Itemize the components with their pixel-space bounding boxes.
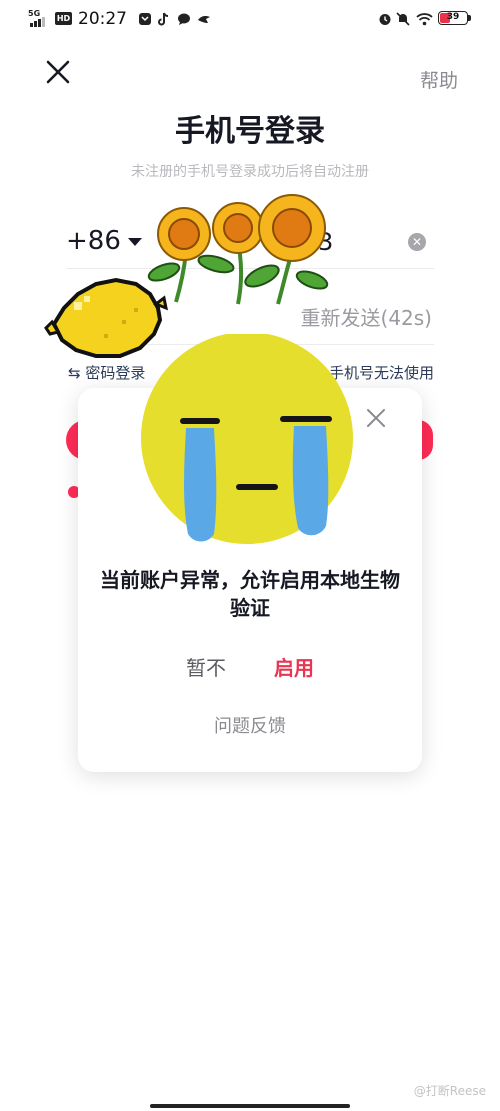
feedback-link[interactable]: 问题反馈 [0,712,500,738]
bird-icon [198,16,210,23]
password-login-link[interactable]: ⇆ 密码登录 [68,362,145,383]
alarm-icon [379,14,391,25]
page-subtitle: 未注册的手机号登录成功后将自动注册 [131,164,369,180]
wifi-icon [416,13,433,26]
battery-level: 39 [446,12,460,22]
dialog-message: 当前账户异常，允许启用本地生物验证 [100,568,400,620]
status-bar: 5G HD 20:27 39 [0,0,500,40]
battery-icon: 39 [438,11,468,25]
battery-tip [468,15,471,21]
notification-box-icon [139,13,151,25]
close-icon[interactable] [44,58,74,88]
clear-input-icon[interactable]: ✕ [408,233,426,251]
sunflowers-sticker-icon [147,194,329,305]
chevron-down-icon[interactable] [128,238,142,246]
watermark: @打断Reese [413,1084,486,1098]
chat-bubble-icon [178,13,190,25]
later-button[interactable]: 暂不 [176,652,236,681]
help-link[interactable]: 帮助 [420,66,458,93]
crying-face-sticker-icon [141,334,353,544]
enable-button[interactable]: 启用 [264,652,324,681]
dialog-close-icon[interactable] [364,406,388,430]
hd-badge: HD [55,12,72,25]
page-title: 手机号登录 [175,114,325,149]
clock: 20:27 [78,9,127,29]
tiktok-icon [158,12,169,26]
country-code[interactable]: +86 [66,226,121,256]
home-indicator[interactable] [150,1104,350,1108]
signal-icon [30,17,45,27]
mute-icon [396,12,410,26]
